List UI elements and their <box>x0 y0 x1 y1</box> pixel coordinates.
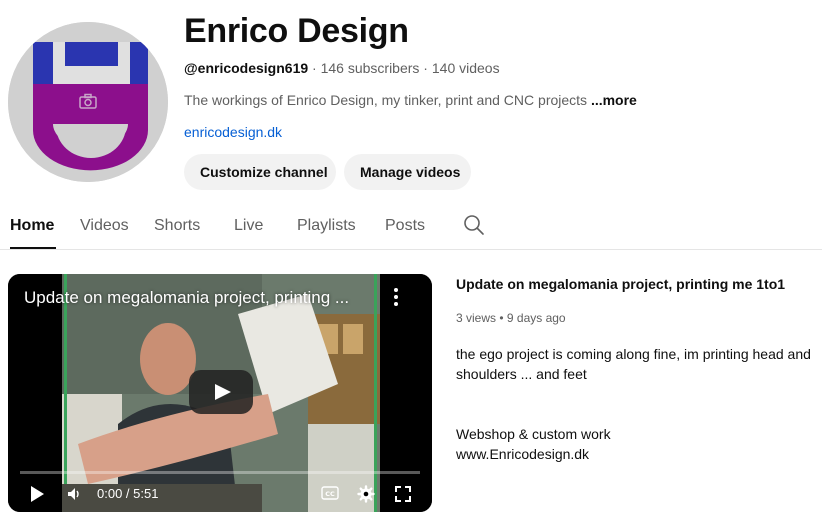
featured-video-title[interactable]: Update on megalomania project, printing … <box>456 274 816 294</box>
settings-gear-icon[interactable] <box>357 485 375 503</box>
tab-live[interactable]: Live <box>234 214 263 238</box>
search-icon[interactable] <box>463 214 485 236</box>
channel-avatar[interactable] <box>8 22 168 182</box>
featured-video-stats: 3 views • 9 days ago <box>456 309 566 327</box>
channel-meta: @enricodesign619 · 146 subscribers · 140… <box>184 58 500 78</box>
video-time: 0:00 / 5:51 <box>97 486 159 501</box>
tab-playlists[interactable]: Playlists <box>297 214 356 238</box>
tab-posts[interactable]: Posts <box>385 214 425 238</box>
channel-description[interactable]: The workings of Enrico Design, my tinker… <box>184 90 637 110</box>
featured-video-player[interactable]: Update on megalomania project, printing … <box>8 274 432 512</box>
tab-home[interactable]: Home <box>10 214 54 238</box>
meta-separator: · <box>419 60 432 76</box>
channel-handle: @enricodesign619 <box>184 60 309 76</box>
player-title-overlay[interactable]: Update on megalomania project, printing … <box>24 288 349 308</box>
channel-name: Enrico Design <box>184 12 409 50</box>
stats-separator: • <box>496 311 507 325</box>
channel-description-text: The workings of Enrico Design, my tinker… <box>184 92 588 108</box>
play-button-overlay[interactable] <box>189 370 253 414</box>
channel-tabs: Home Videos Shorts Live Playlists Posts <box>0 206 822 250</box>
play-icon <box>215 384 231 400</box>
tab-videos[interactable]: Videos <box>80 214 129 238</box>
description-line: Webshop & custom work <box>456 426 611 442</box>
featured-video-description: the ego project is coming along fine, im… <box>456 344 816 464</box>
tab-shorts[interactable]: Shorts <box>154 214 200 238</box>
meta-separator: · <box>308 60 321 76</box>
subscriber-count: 146 subscribers <box>320 60 420 76</box>
captions-icon[interactable]: CC <box>321 486 339 500</box>
customize-channel-button[interactable]: Customize channel <box>184 154 336 190</box>
volume-icon[interactable] <box>66 486 82 502</box>
channel-website-link[interactable]: enricodesign.dk <box>184 122 282 142</box>
upload-age: 9 days ago <box>506 311 566 325</box>
video-count: 140 videos <box>431 60 500 76</box>
video-progress-bar[interactable] <box>20 471 420 474</box>
more-options-icon[interactable] <box>388 286 404 308</box>
view-count: 3 views <box>456 311 497 325</box>
play-control-icon[interactable] <box>28 484 46 504</box>
active-tab-indicator <box>10 247 56 249</box>
fullscreen-icon[interactable] <box>394 485 412 503</box>
svg-text:CC: CC <box>325 490 335 498</box>
description-line: www.Enricodesign.dk <box>456 446 590 462</box>
description-more-link[interactable]: ...more <box>591 92 637 108</box>
avatar-logo <box>8 22 168 182</box>
description-line: the ego project is coming along fine, im… <box>456 346 811 382</box>
manage-videos-button[interactable]: Manage videos <box>344 154 471 190</box>
